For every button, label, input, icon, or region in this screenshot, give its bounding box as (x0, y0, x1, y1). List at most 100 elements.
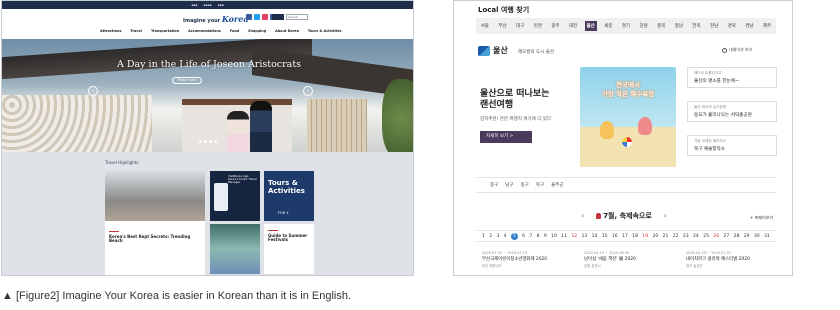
top-utility-bar: ▪▪▪ ▪▪▪▪ ▪▪▪ (2, 1, 413, 9)
tab-region[interactable]: 광주 (549, 21, 561, 31)
nav-item[interactable]: Attractions (100, 29, 121, 33)
app-promo-card[interactable]: VisitKorea App: Korea's Smart Travel Man… (210, 171, 260, 221)
tab-region[interactable]: 전북 (690, 21, 702, 31)
district-item[interactable]: 중구 (490, 182, 498, 188)
tab-region[interactable]: 대구 (514, 21, 526, 31)
utility-link[interactable]: ▪▪▪▪ (203, 3, 211, 7)
read-more-button[interactable]: Read more (172, 77, 202, 84)
next-month-button[interactable]: › (664, 212, 667, 220)
day-item[interactable]: 1 (482, 234, 485, 239)
day-item[interactable]: 21 (663, 234, 669, 239)
tab-region[interactable]: 경남 (743, 21, 755, 31)
beach-banner[interactable]: 전국에서 가장 작은 해수욕장 (580, 67, 676, 167)
day-item[interactable]: 9 (544, 234, 547, 239)
day-item[interactable]: 6 (522, 234, 525, 239)
day-item[interactable]: 28 (734, 234, 740, 239)
hero-banner: A Day in the Life of Joseon Aristocrats … (2, 39, 413, 152)
more-festivals-link[interactable]: + 축제더보기 (750, 215, 773, 221)
instagram-icon[interactable] (262, 14, 268, 20)
day-item[interactable]: 29 (744, 234, 750, 239)
day-item[interactable]: 16 (612, 234, 618, 239)
tab-region[interactable]: 경북 (726, 21, 738, 31)
tab-region[interactable]: 대전 (567, 21, 579, 31)
tab-region[interactable]: 충북 (655, 21, 667, 31)
day-item[interactable]: 23 (683, 234, 689, 239)
tab-region[interactable]: 전남 (708, 21, 720, 31)
day-item[interactable]: 27 (723, 234, 729, 239)
day-item[interactable]: 11 (561, 234, 567, 239)
utility-link[interactable]: ▪▪▪ (191, 3, 197, 7)
recommend-box[interactable]: 울산 최초의 유가공원 동요가 흘러나오는 서덕출공원 (687, 101, 777, 122)
day-item[interactable]: 24 (693, 234, 699, 239)
festival-item[interactable]: 2020.07.07 ~ 2020.07.13 부산국제어린이청소년영화제 20… (482, 251, 574, 268)
nav-item[interactable]: Accommodations (188, 29, 221, 33)
day-item[interactable]: 15 (602, 234, 608, 239)
recommend-box[interactable]: 해드코 트롬리지고 울산의 명소를 한눈에~ (687, 67, 777, 88)
day-item[interactable]: 19 (642, 234, 648, 239)
prev-month-button[interactable]: ‹ (581, 212, 584, 220)
box-caption: 해드코 트롬리지고 (694, 71, 722, 75)
tab-region-active[interactable]: 울산 (584, 21, 597, 31)
slide-dot[interactable] (199, 140, 202, 143)
tab-region[interactable]: 세종 (602, 21, 614, 31)
recommend-box[interactable]: 가장 오래된 패키지스 북구 예술창작소 (687, 135, 777, 156)
nav-item[interactable]: Shopping (248, 29, 266, 33)
day-item[interactable]: 7 (529, 234, 532, 239)
festival-name: 내이처파크 플라워 페스티벌 2020 (686, 257, 750, 262)
day-item[interactable]: 10 (551, 234, 557, 239)
twitter-icon[interactable] (254, 14, 260, 20)
narration-link[interactable]: 내레이션 보기 (722, 47, 752, 53)
utility-link[interactable]: ▪▪▪ (218, 3, 224, 7)
tab-region[interactable]: 서울 (479, 21, 491, 31)
day-item[interactable]: 14 (592, 234, 598, 239)
nav-item[interactable]: Travel (130, 29, 142, 33)
day-item[interactable]: 17 (622, 234, 628, 239)
tab-region[interactable]: 제주 (761, 21, 773, 31)
day-item[interactable]: 18 (632, 234, 638, 239)
tab-region[interactable]: 강원 (637, 21, 649, 31)
prev-slide-button[interactable]: ‹ (88, 86, 98, 96)
search-input[interactable]: Search (286, 14, 308, 20)
tours-activities-card[interactable]: Tours & Activities FOR 4 (264, 171, 314, 221)
festival-image-card[interactable] (210, 224, 260, 274)
facebook-icon[interactable] (246, 14, 252, 20)
day-item[interactable]: 2 (489, 234, 492, 239)
highlight-card[interactable]: Korea's Best Kept Secrets: Trending Beac… (105, 171, 205, 275)
day-item[interactable]: 8 (537, 234, 540, 239)
day-item[interactable]: 31 (764, 234, 770, 239)
slide-dot[interactable] (204, 140, 207, 143)
festival-item[interactable]: 2020.04.25 ~ 2020.07.07 내이처파크 플라워 페스티벌 2… (686, 251, 778, 268)
slide-dot[interactable] (209, 140, 212, 143)
nav-item[interactable]: About Korea (275, 29, 299, 33)
slide-dot[interactable] (214, 140, 217, 143)
tab-region[interactable]: 인천 (532, 21, 544, 31)
figure-caption: ▲ [Figure2] Imagine Your Korea is easier… (2, 290, 352, 302)
nav-item[interactable]: Food (230, 29, 239, 33)
district-item[interactable]: 남구 (505, 182, 513, 188)
summer-festival-card[interactable]: Guide to Summer Festivals (264, 224, 314, 274)
tab-region[interactable]: 충남 (673, 21, 685, 31)
language-selector[interactable] (272, 14, 284, 20)
tab-region[interactable]: 부산 (496, 21, 508, 31)
district-item[interactable]: 울주군 (551, 182, 563, 188)
day-item[interactable]: 30 (754, 234, 760, 239)
day-item[interactable]: 4 (504, 234, 507, 239)
district-item[interactable]: 동구 (521, 182, 529, 188)
next-slide-button[interactable]: › (303, 86, 313, 96)
box-title: 울산의 명소를 한눈에~ (694, 79, 739, 84)
district-item[interactable]: 북구 (536, 182, 544, 188)
tab-region[interactable]: 경기 (620, 21, 632, 31)
day-item[interactable]: 5 (510, 232, 518, 240)
more-details-button[interactable]: 자세히 보기 > (480, 131, 532, 143)
nav-item[interactable]: Transportation (151, 29, 179, 33)
festival-item[interactable]: 2020.04.15 ~ 2020.08.09 남이섬 '세움 책잔' 展 20… (584, 251, 676, 268)
site-logo[interactable]: Imagine your Korea (183, 14, 249, 24)
nav-item[interactable]: Tours & Activities (308, 29, 342, 33)
day-item[interactable]: 20 (652, 234, 658, 239)
day-item[interactable]: 22 (673, 234, 679, 239)
day-item[interactable]: 3 (496, 234, 499, 239)
day-item[interactable]: 13 (581, 234, 587, 239)
day-item[interactable]: 12 (571, 234, 577, 239)
day-item[interactable]: 26 (713, 234, 719, 239)
day-item[interactable]: 25 (703, 234, 709, 239)
